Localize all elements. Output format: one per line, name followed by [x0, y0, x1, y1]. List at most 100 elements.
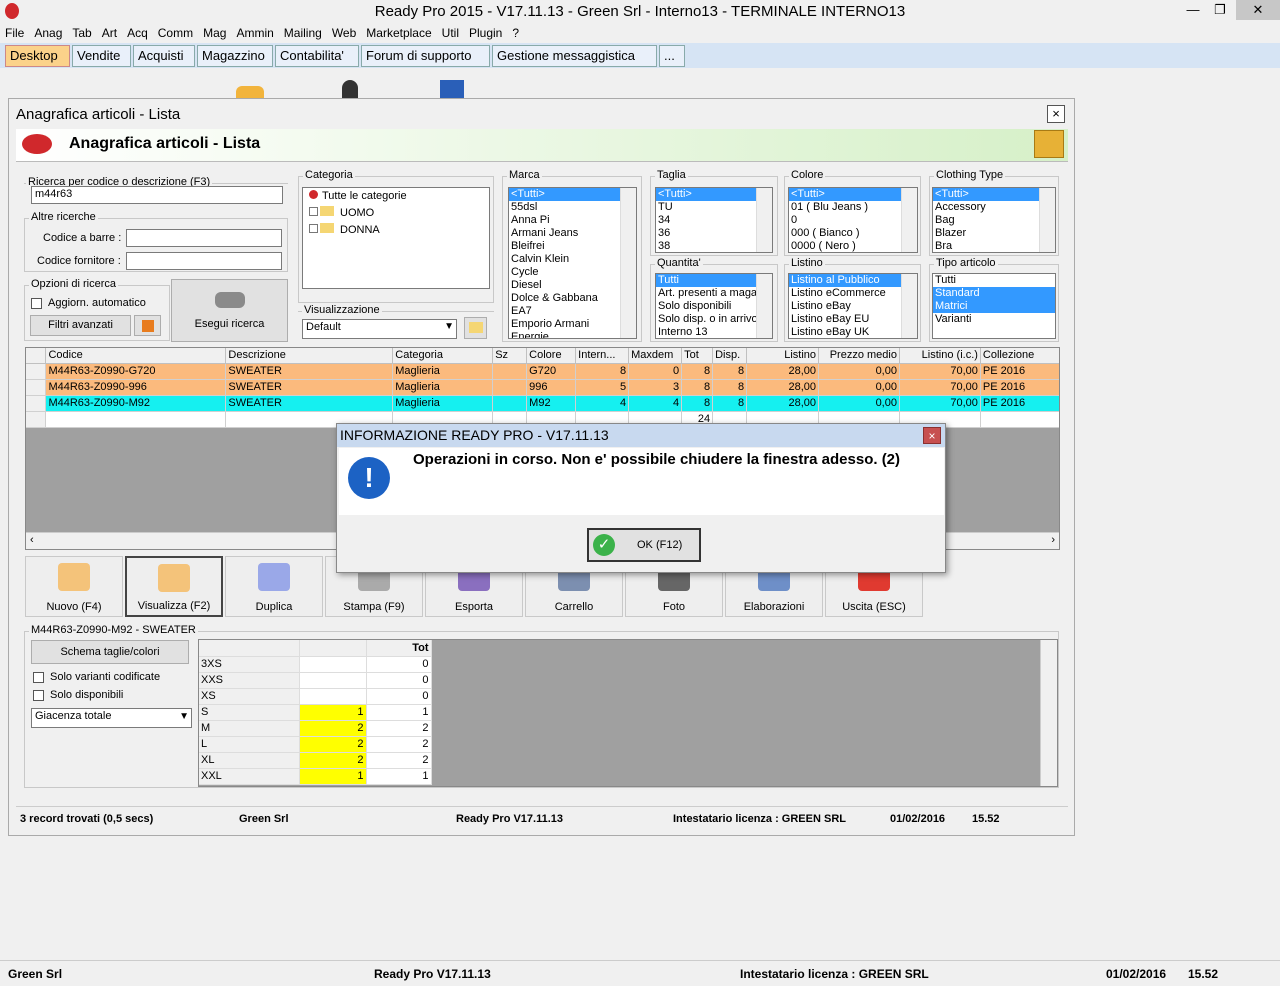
size-row[interactable]: 3XS 0: [199, 656, 432, 673]
dialog-close-button[interactable]: ×: [923, 427, 941, 444]
clothing-item[interactable]: <Tutti>: [933, 188, 1055, 201]
col-disp[interactable]: Disp.: [712, 348, 748, 364]
tab-desktop[interactable]: Desktop: [5, 45, 70, 67]
col-codice[interactable]: Codice: [45, 348, 227, 364]
menu-util[interactable]: Util: [437, 24, 464, 42]
cell-prezzo-medio[interactable]: 0,00: [818, 379, 900, 396]
barcode-input[interactable]: [126, 229, 282, 247]
color-item[interactable]: 0000 ( Nero ): [789, 240, 917, 252]
maximize-button[interactable]: ❐: [1203, 0, 1237, 20]
brand-item[interactable]: Calvin Klein: [509, 253, 636, 266]
col-prezzo-medio[interactable]: Prezzo medio: [818, 348, 900, 364]
size-qty[interactable]: [299, 656, 367, 673]
size-item[interactable]: 34: [656, 214, 772, 227]
size-qty[interactable]: 2: [299, 752, 367, 769]
size-row[interactable]: S11: [199, 704, 432, 721]
table-row[interactable]: M44R63-Z0990-996 SWEATER Maglieria 996 5 3 8 8 2…: [26, 379, 1059, 396]
desktop-person-icon[interactable]: [342, 80, 358, 98]
cell-disp[interactable]: 8: [712, 379, 748, 396]
table-row[interactable]: M44R63-Z0990-M92 SWEATER Maglieria M92 4 4 8 8 2…: [26, 395, 1059, 412]
tab-acquisti[interactable]: Acquisti: [133, 45, 195, 67]
quantity-list[interactable]: Tutti Art. presenti a magazzino Solo dis…: [655, 273, 773, 339]
cell-collezione[interactable]: PE 2016: [980, 395, 1059, 412]
solo-disponibili-checkbox[interactable]: Solo disponibili: [33, 689, 123, 701]
clothing-item[interactable]: Bag: [933, 214, 1055, 227]
brand-item[interactable]: Emporio Armani: [509, 318, 636, 331]
brand-list[interactable]: <Tutti> 55dsl Anna Pi Armani Jeans Bleif…: [508, 187, 637, 339]
cell-tot[interactable]: 8: [681, 363, 714, 380]
pricelist-scrollbar[interactable]: [901, 274, 917, 338]
article-type-item[interactable]: Tutti: [933, 274, 1055, 287]
cell-disp[interactable]: 8: [712, 395, 748, 412]
cell-categoria[interactable]: Maglieria: [392, 363, 494, 380]
cell-interno[interactable]: 4: [575, 395, 630, 412]
cell-codice[interactable]: M44R63-Z0990-M92: [45, 395, 227, 412]
tab-contabilita[interactable]: Contabilita': [275, 45, 359, 67]
brand-item[interactable]: Diesel: [509, 279, 636, 292]
menu-art[interactable]: Art: [97, 24, 122, 42]
clothing-item[interactable]: Bra: [933, 240, 1055, 252]
menu-ammin[interactable]: Ammin: [231, 24, 278, 42]
cell-tot[interactable]: 8: [681, 379, 714, 396]
cell-descrizione[interactable]: SWEATER: [225, 363, 394, 380]
desktop-user-icon[interactable]: [236, 86, 264, 98]
category-uomo[interactable]: UOMO: [303, 206, 489, 220]
brand-item[interactable]: 55dsl: [509, 201, 636, 214]
size-item[interactable]: 36: [656, 227, 772, 240]
cell-listino-ic[interactable]: 70,00: [899, 395, 981, 412]
new-button[interactable]: Nuovo (F4): [25, 556, 123, 617]
cell-listino[interactable]: 28,00: [746, 363, 820, 380]
cell-interno[interactable]: 5: [575, 379, 630, 396]
scroll-right-icon[interactable]: ›: [1051, 534, 1055, 546]
size-qty[interactable]: 1: [299, 704, 367, 721]
col-collezione[interactable]: Collezione: [980, 348, 1059, 364]
cell-tot[interactable]: 8: [681, 395, 714, 412]
clothing-item[interactable]: Blazer: [933, 227, 1055, 240]
row-indicator[interactable]: [26, 395, 47, 412]
cell-colore[interactable]: 996: [526, 379, 577, 396]
cell-sz[interactable]: [492, 395, 528, 412]
size-row[interactable]: M22: [199, 720, 432, 737]
expand-icon[interactable]: [309, 224, 318, 233]
cell-colore[interactable]: M92: [526, 395, 577, 412]
brand-item[interactable]: Armani Jeans: [509, 227, 636, 240]
advanced-filters-button[interactable]: Filtri avanzati: [30, 315, 131, 336]
cell-listino[interactable]: 28,00: [746, 395, 820, 412]
cell-prezzo-medio[interactable]: 0,00: [818, 395, 900, 412]
col-listino[interactable]: Listino: [746, 348, 820, 364]
row-indicator[interactable]: [26, 363, 47, 380]
ok-button[interactable]: ✓ OK (F12): [587, 528, 701, 562]
quantity-item[interactable]: Tutti: [656, 274, 772, 287]
duplicate-button[interactable]: Duplica: [225, 556, 323, 617]
cell-collezione[interactable]: PE 2016: [980, 363, 1059, 380]
size-row[interactable]: L22: [199, 736, 432, 753]
row-indicator[interactable]: [26, 379, 47, 396]
cell-maxdem[interactable]: 3: [628, 379, 683, 396]
col-colore[interactable]: Colore: [526, 348, 577, 364]
solo-varianti-checkbox[interactable]: Solo varianti codificate: [33, 671, 160, 683]
cell-sz[interactable]: [492, 379, 528, 396]
col-interno[interactable]: Intern...: [575, 348, 630, 364]
scroll-left-icon[interactable]: ‹: [30, 534, 34, 546]
menu-mag[interactable]: Mag: [198, 24, 231, 42]
expand-icon[interactable]: [309, 207, 318, 216]
clothing-scrollbar[interactable]: [1039, 188, 1055, 252]
article-type-item[interactable]: Varianti: [933, 313, 1055, 326]
category-donna[interactable]: DONNA: [303, 223, 489, 237]
table-row[interactable]: M44R63-Z0990-G720 SWEATER Maglieria G720 8 0 8…: [26, 363, 1059, 380]
size-row[interactable]: XL 2 2: [199, 752, 432, 769]
pricelist-item[interactable]: Listino eCommerce: [789, 287, 917, 300]
size-item[interactable]: TU: [656, 201, 772, 214]
menu-acq[interactable]: Acq: [122, 24, 153, 42]
article-type-item[interactable]: Matrici: [933, 300, 1055, 313]
col-categoria[interactable]: Categoria: [392, 348, 494, 364]
brand-item[interactable]: Cycle: [509, 266, 636, 279]
size-grid[interactable]: Tot 3XS 0 XXS 0 XS 0 S11 M22 L22 XL 2 2 XXL 1 1: [198, 639, 1058, 787]
col-sz[interactable]: Sz: [492, 348, 528, 364]
brand-item[interactable]: Bleifrei: [509, 240, 636, 253]
size-item[interactable]: 38: [656, 240, 772, 252]
quantity-item[interactable]: Solo disponibili: [656, 300, 772, 313]
size-list[interactable]: <Tutti> TU 34 36 38: [655, 187, 773, 253]
chevron-down-icon[interactable]: ▼: [179, 711, 189, 722]
view-button[interactable]: Visualizza (F2): [125, 556, 223, 617]
